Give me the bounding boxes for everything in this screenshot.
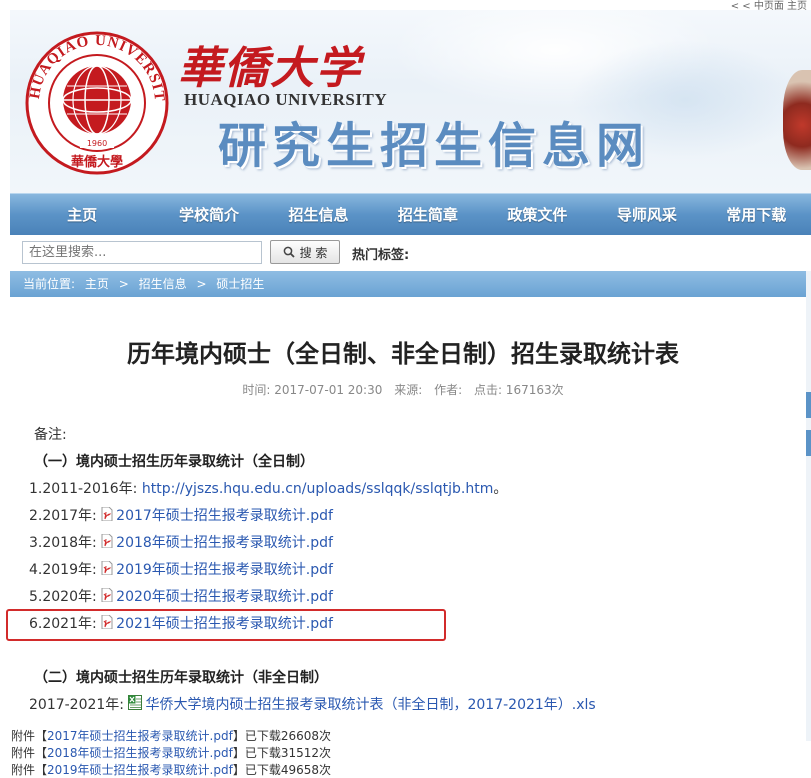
attachment-download-count: 】已下载49658次 [232,763,332,777]
article-clicks: 点击: 167163次 [473,383,564,397]
list-item: 3.2018年: 2018年硕士招生报考录取统计.pdf [29,532,333,552]
search-bar: 搜 索 热门标签: [10,235,811,269]
search-input[interactable] [22,241,262,264]
attachment-download-count: 】已下载31512次 [232,746,332,760]
breadcrumb-item-master[interactable]: 硕士招生 [216,277,264,291]
pdf-file-icon [101,588,113,602]
sidebar-tab[interactable] [806,430,811,456]
list-item: 1.2011-2016年: http://yjszs.hqu.edu.cn/up… [29,478,507,498]
note-label: 备注: [34,427,67,443]
excel-file-icon [128,695,143,710]
university-seal-logo[interactable]: HUAQIAO UNIVERSITY 1960 華僑大學 [22,28,172,178]
article-source: 来源: [394,383,423,397]
globe-icon [62,65,132,135]
article-meta: 时间: 2017-07-01 20:30 来源: 作者: 点击: 167163次 [0,381,806,398]
pdf-link-2019[interactable]: 2019年硕士招生报考录取统计.pdf [116,562,333,578]
main-nav: 主页 学校简介 招生信息 招生简章 政策文件 导师风采 常用下载 [10,193,811,235]
breadcrumb-separator: > [118,277,129,291]
row-label: 5.2020年: [29,589,102,605]
article-author: 作者: [434,383,463,397]
search-button[interactable]: 搜 索 [270,240,340,264]
pdf-file-icon [101,534,113,548]
hot-tags-label: 热门标签: [352,248,410,263]
attachment-list: 附件【2017年硕士招生报考录取统计.pdf】已下载26608次 附件【2018… [11,728,331,778]
article-time: 时间: 2017-07-01 20:30 [242,383,383,397]
pdf-file-icon [101,561,113,575]
article-title: 历年境内硕士（全日制、非全日制）招生录取统计表 [127,340,679,368]
list-item: 5.2020年: 2020年硕士招生报考录取统计.pdf [29,586,333,606]
site-title: 研究生招生信息网 [218,118,651,174]
pdf-link-2017[interactable]: 2017年硕士招生报考录取统计.pdf [116,508,333,524]
breadcrumb: 当前位置: 主页 > 招生信息 > 硕士招生 [10,271,806,297]
list-item: 4.2019年: 2019年硕士招生报考录取统计.pdf [29,559,333,579]
section-heading-parttime: （二）境内硕士招生历年录取统计（非全日制） [34,670,328,686]
logo-year: 1960 [87,139,107,148]
row-label: 4.2019年: [29,562,102,578]
banner-photo [783,70,811,170]
right-sidebar-edge [806,271,811,741]
row-label: 2017-2021年: [29,697,129,713]
nav-item-home[interactable]: 主页 [10,194,154,235]
row-label: 1.2011-2016年: [29,481,142,497]
row-label: 3.2018年: [29,535,102,551]
attachment-prefix: 附件【 [11,729,48,743]
search-icon [283,246,295,258]
nav-item-admission-info[interactable]: 招生信息 [264,194,373,235]
nav-item-brochure[interactable]: 招生简章 [373,194,482,235]
nav-item-downloads[interactable]: 常用下载 [702,194,811,235]
attachment-prefix: 附件【 [11,763,48,777]
breadcrumb-item-home[interactable]: 主页 [85,277,109,291]
row-suffix: 。 [493,481,508,497]
attachment-item: 附件【2018年硕士招生报考录取统计.pdf】已下载31512次 [11,745,331,762]
section-heading-fulltime: （一）境内硕士招生历年录取统计（全日制） [34,454,314,470]
breadcrumb-item-admission-info[interactable]: 招生信息 [139,277,187,291]
attachment-link-2017[interactable]: 2017年硕士招生报考录取统计.pdf [47,729,233,743]
nav-item-about[interactable]: 学校简介 [154,194,263,235]
breadcrumb-prefix: 当前位置: [23,277,76,291]
attachment-link-2018[interactable]: 2018年硕士招生报考录取统计.pdf [47,746,233,760]
row-label: 2.2017年: [29,508,102,524]
attachment-item: 附件【2019年硕士招生报考录取统计.pdf】已下载49658次 [11,762,331,778]
attachment-link-2019[interactable]: 2019年硕士招生报考录取统计.pdf [47,763,233,777]
list-item: 2017-2021年: 华侨大学境内硕士招生报考录取统计表（非全日制，2017-… [29,694,596,714]
attachment-prefix: 附件【 [11,746,48,760]
attachment-download-count: 】已下载26608次 [232,729,332,743]
nav-item-supervisors[interactable]: 导师风采 [592,194,701,235]
highlight-box [6,609,446,641]
top-bar: < < 中页面 主页 [0,0,811,12]
logo-script: 華僑大學 [71,154,123,170]
list-item: 2.2017年: 2017年硕士招生报考录取统计.pdf [29,505,333,525]
search-button-label: 搜 索 [299,245,328,260]
attachment-item: 附件【2017年硕士招生报考录取统计.pdf】已下载26608次 [11,728,331,745]
pdf-file-icon [101,507,113,521]
nav-item-policy[interactable]: 政策文件 [483,194,592,235]
pdf-link-2020[interactable]: 2020年硕士招生报考录取统计.pdf [116,589,333,605]
xls-link-parttime[interactable]: 华侨大学境内硕士招生报考录取统计表（非全日制，2017-2021年）.xls [145,697,595,713]
sidebar-tab[interactable] [806,392,811,418]
site-banner: HUAQIAO UNIVERSITY 1960 華僑大學 華僑大学 HUAQIA… [10,10,811,193]
pdf-link-2018[interactable]: 2018年硕士招生报考录取统计.pdf [116,535,333,551]
breadcrumb-separator: > [196,277,207,291]
university-chinese-name: 華僑大学 [178,43,362,94]
stats-url-link[interactable]: http://yjszs.hqu.edu.cn/uploads/sslqqk/s… [142,481,494,497]
